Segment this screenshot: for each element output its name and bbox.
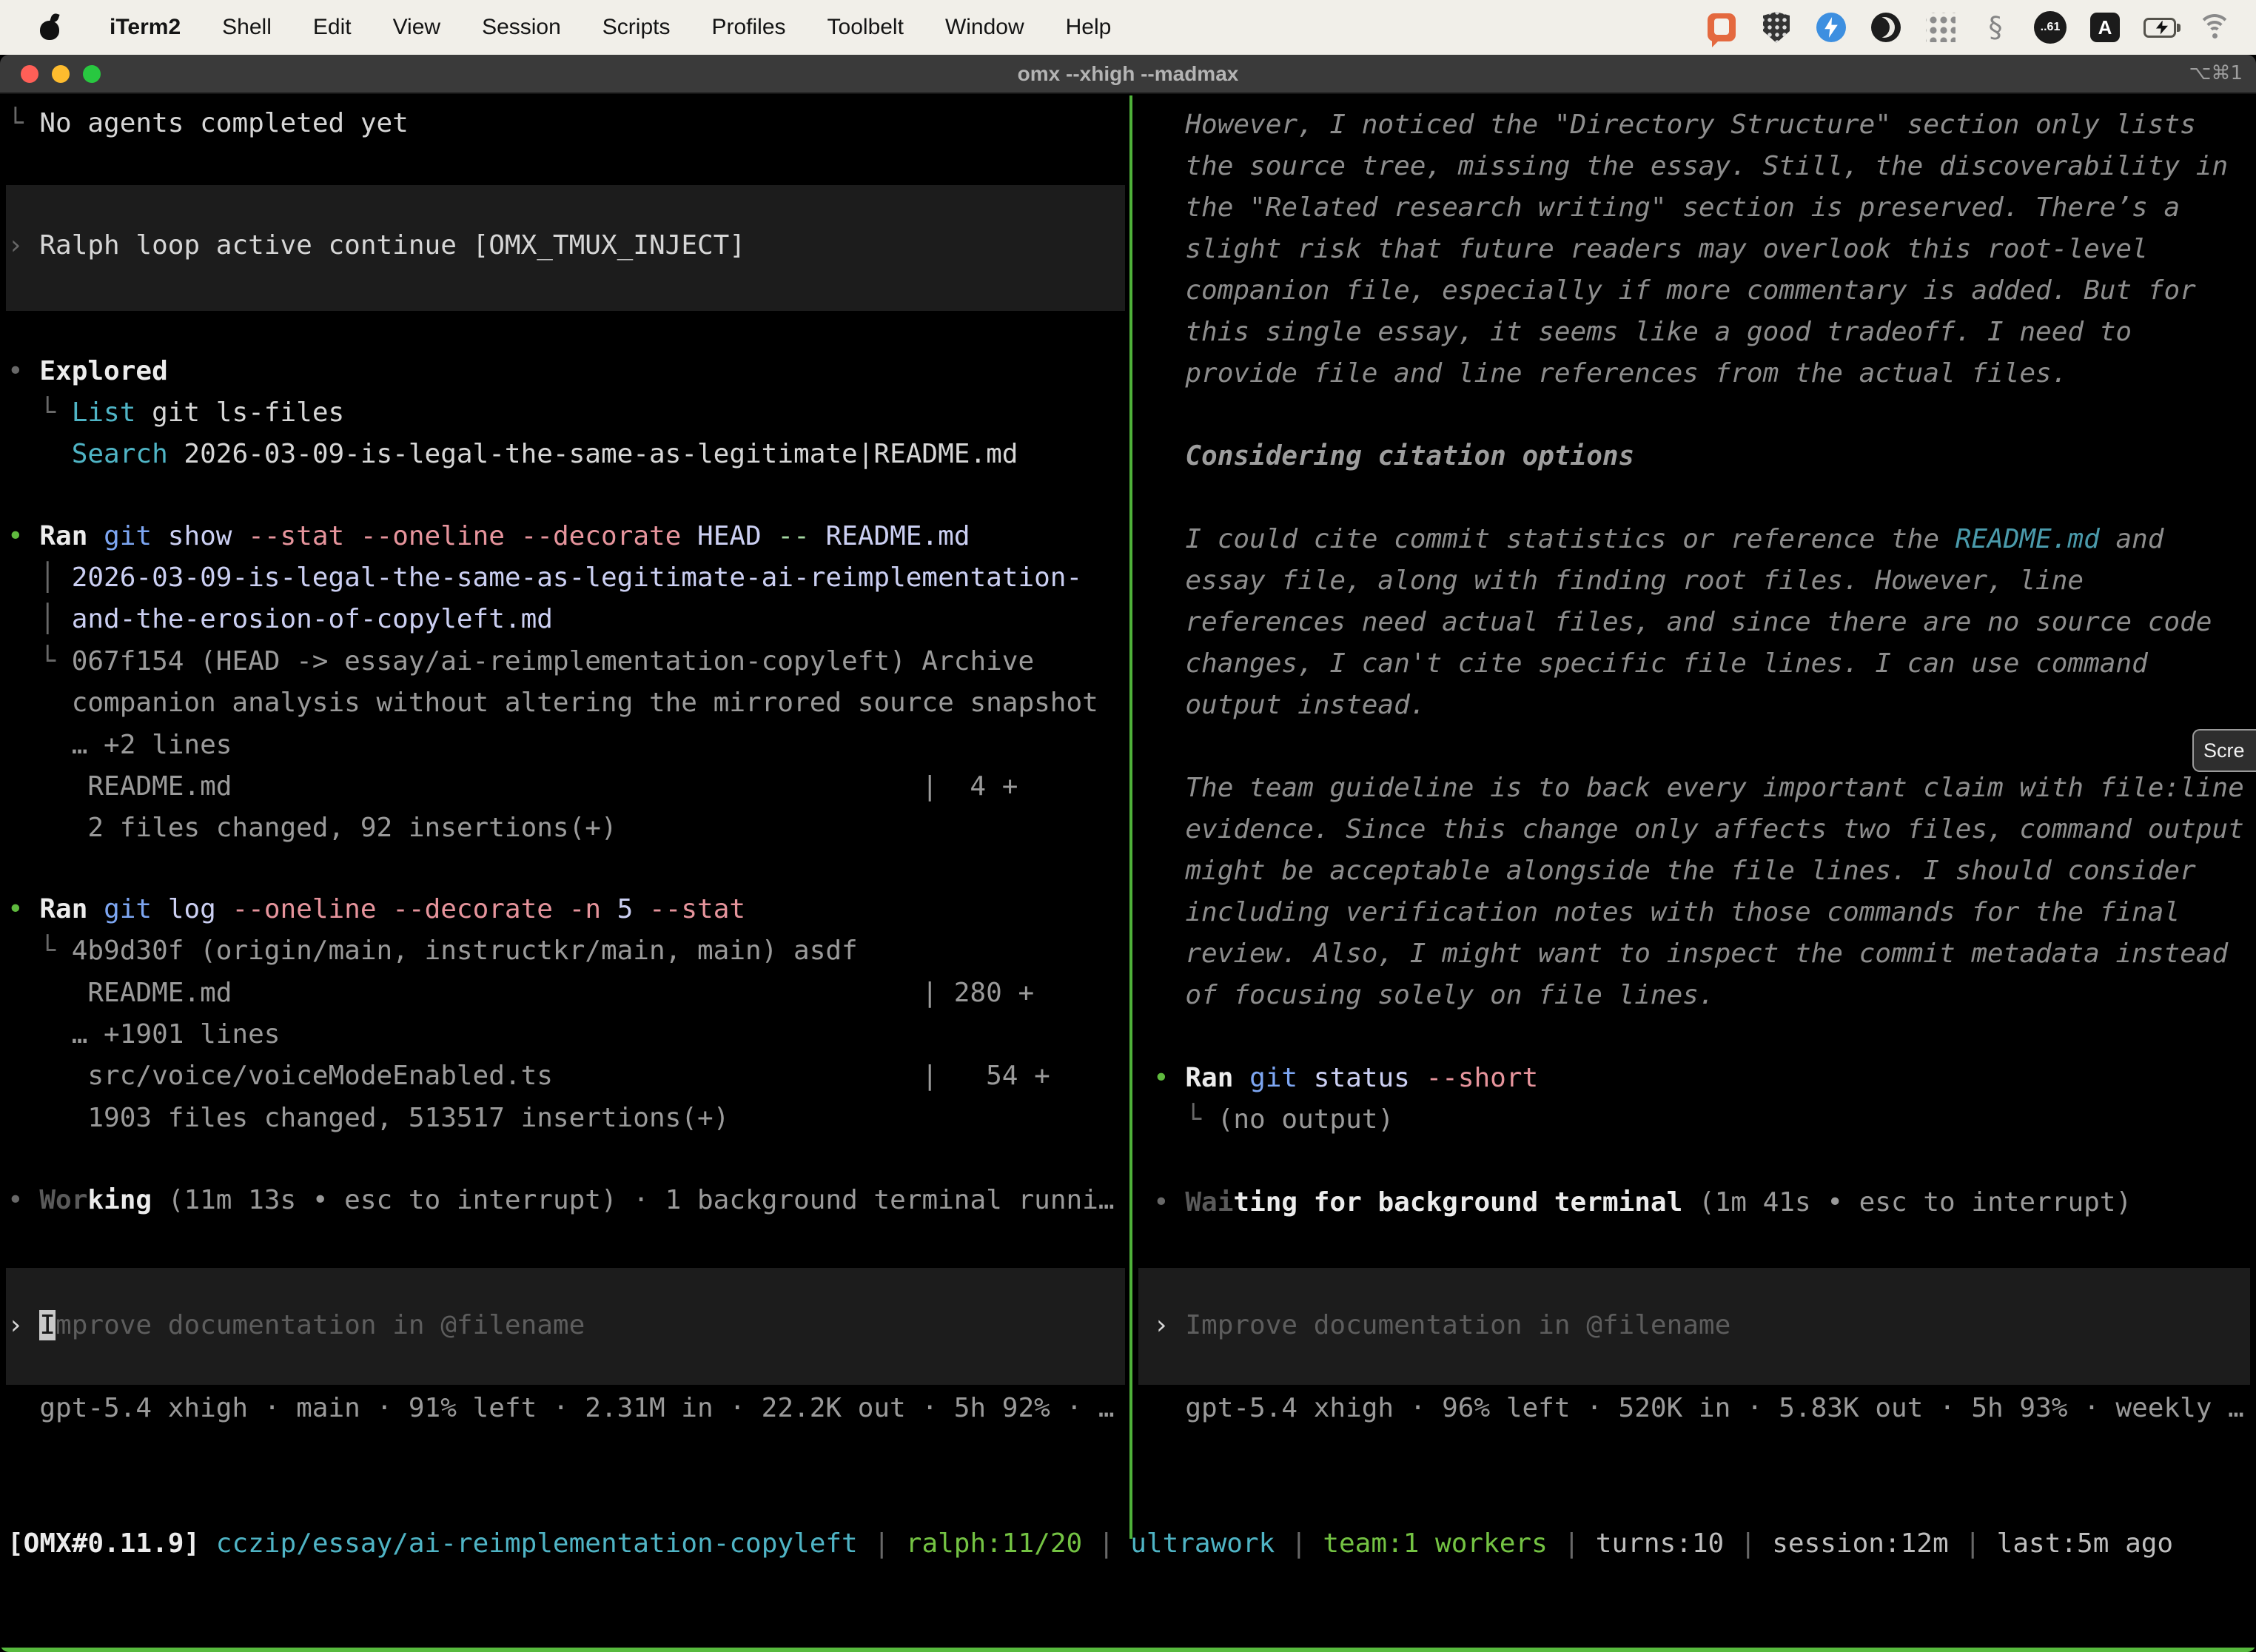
terminal-line: review. Also, I might want to inspect th… xyxy=(1153,933,2256,975)
omx-status-line: [OMX#0.11.9] cczip/essay/ai-reimplementa… xyxy=(7,1523,2173,1565)
terminal-line: 1903 files changed, 513517 insertions(+) xyxy=(7,1098,1128,1139)
terminal-line: └ No agents completed yet xyxy=(7,103,1128,144)
right-pane[interactable]: However, I noticed the "Directory Struct… xyxy=(1146,95,2256,1524)
tmux-host-clock: "MacBook-Pro-44.local" 04:52 31-Mar-26 xyxy=(1640,1648,2256,1652)
terminal-line: The team guideline is to back every impo… xyxy=(1153,768,2256,809)
tmux-status-bar: [omx-cczip0:bash* "MacBook-Pro-44.local"… xyxy=(0,1648,2256,1652)
terminal-line: this single essay, it seems like a good … xyxy=(1153,312,2256,353)
terminal-line: might be acceptable alongside the file l… xyxy=(1153,850,2256,892)
terminal-line: └ 4b9d30f (origin/main, instructkr/main,… xyxy=(7,930,1128,972)
menu-bar: iTerm2ShellEditViewSessionScriptsProfile… xyxy=(0,0,2256,55)
terminal-line: provide file and line references from th… xyxy=(1153,353,2256,394)
menu-item-profiles[interactable]: Profiles xyxy=(691,15,806,40)
terminal-line: output instead. xyxy=(1153,685,2256,726)
terminal-line: └ (no output) xyxy=(1153,1099,2256,1141)
window-shortcut: ⌥⌘1 xyxy=(2189,55,2243,94)
terminal-line: › Improve documentation in @filename xyxy=(1153,1305,2256,1346)
menu-item-view[interactable]: View xyxy=(372,15,461,40)
shield-icon[interactable] xyxy=(1760,11,1793,44)
terminal-line: including verification notes with those … xyxy=(1153,892,2256,933)
terminal-line: Search 2026-03-09-is-legal-the-same-as-l… xyxy=(7,434,1128,475)
menu-item-scripts[interactable]: Scripts xyxy=(582,15,691,40)
terminal-line: › Ralph loop active continue [OMX_TMUX_I… xyxy=(7,225,1128,266)
terminal-line: essay file, along with finding root file… xyxy=(1153,560,2256,602)
terminal-line: references need actual files, and since … xyxy=(1153,602,2256,643)
terminal-line: companion analysis without altering the … xyxy=(7,682,1128,724)
terminal-line: └ List git ls-files xyxy=(7,392,1128,434)
terminal-line: of focusing solely on file lines. xyxy=(1153,975,2256,1016)
terminal-line: changes, I can't cite specific file line… xyxy=(1153,643,2256,685)
battery-charging-icon[interactable] xyxy=(2143,11,2176,44)
terminal-line: I could cite commit statistics or refere… xyxy=(1153,519,2256,560)
iterm-window: omx --xhigh --madmax ⌥⌘1 └ No agents com… xyxy=(0,55,2256,1652)
screen-share-pill[interactable]: Scre xyxy=(2192,729,2256,772)
terminal-line: … +2 lines xyxy=(7,725,1128,766)
menu-status-icons: § ..61 A xyxy=(1705,11,2231,44)
terminal-line: slight risk that future readers may over… xyxy=(1153,229,2256,270)
terminal-line: • Waiting for background terminal (1m 41… xyxy=(1153,1182,2256,1223)
terminal-line: │ 2026-03-09-is-legal-the-same-as-legiti… xyxy=(7,557,1128,599)
wifi-icon[interactable] xyxy=(2198,11,2231,44)
terminal-line: • Ran git log --oneline --decorate -n 5 … xyxy=(7,889,1128,930)
terminal-line: src/voice/voiceModeEnabled.ts | 54 + xyxy=(7,1055,1128,1097)
dots-grid-icon[interactable] xyxy=(1924,11,1957,44)
menu-item-iterm2[interactable]: iTerm2 xyxy=(89,15,201,40)
menu-item-shell[interactable]: Shell xyxy=(201,15,292,40)
terminal-line: gpt-5.4 xhigh · main · 91% left · 2.31M … xyxy=(7,1388,1128,1429)
terminal-line: • Explored xyxy=(7,351,1128,392)
terminal-line: companion file, especially if more comme… xyxy=(1153,270,2256,312)
apple-logo-icon[interactable] xyxy=(38,15,61,40)
terminal-line: However, I noticed the "Directory Struct… xyxy=(1153,104,2256,146)
terminal-line: • Ran git show --stat --oneline --decora… xyxy=(7,516,1128,557)
left-pane[interactable]: └ No agents completed yet › Ralph loop ac… xyxy=(0,95,1128,1524)
input-source-icon[interactable]: A xyxy=(2089,11,2121,44)
terminal-line: Considering citation options xyxy=(1153,436,2256,477)
menu-item-toolbelt[interactable]: Toolbelt xyxy=(807,15,924,40)
terminal-area: └ No agents completed yet › Ralph loop ac… xyxy=(0,95,2256,1652)
tmux-session-label: [omx-cczip0:bash* xyxy=(0,1648,280,1652)
terminal-line: └ 067f154 (HEAD -> essay/ai-reimplementa… xyxy=(7,641,1128,682)
menu-item-help[interactable]: Help xyxy=(1045,15,1132,40)
terminal-line: README.md | 280 + xyxy=(7,973,1128,1014)
window-title-bar[interactable]: omx --xhigh --madmax ⌥⌘1 xyxy=(0,55,2256,94)
hook-icon[interactable]: § xyxy=(1979,11,2012,44)
terminal-line: the "Related research writing" section i… xyxy=(1153,187,2256,229)
terminal-line: 2 files changed, 92 insertions(+) xyxy=(7,807,1128,849)
screen-recording-icon[interactable] xyxy=(1705,11,1738,44)
moon-icon[interactable] xyxy=(1870,11,1902,44)
terminal-line: │ and-the-erosion-of-copyleft.md xyxy=(7,599,1128,640)
pane-divider[interactable] xyxy=(1129,95,1132,1539)
terminal-line: › Improve documentation in @filename xyxy=(7,1305,1128,1346)
terminal-line: … +1901 lines xyxy=(7,1014,1128,1055)
menu-items: iTerm2ShellEditViewSessionScriptsProfile… xyxy=(89,15,1132,40)
terminal-line: evidence. Since this change only affects… xyxy=(1153,809,2256,850)
menu-item-edit[interactable]: Edit xyxy=(292,15,372,40)
terminal-line: the source tree, missing the essay. Stil… xyxy=(1153,146,2256,187)
menu-item-window[interactable]: Window xyxy=(924,15,1045,40)
menu-item-session[interactable]: Session xyxy=(461,15,582,40)
terminal-line: • Working (11m 13s • esc to interrupt) ·… xyxy=(7,1180,1128,1221)
terminal-line: • Ran git status --short xyxy=(1153,1058,2256,1099)
zap-badge-icon[interactable] xyxy=(1815,11,1847,44)
window-title: omx --xhigh --madmax xyxy=(0,55,2256,94)
terminal-line: README.md | 4 + xyxy=(7,766,1128,807)
battery-badge-icon[interactable]: ..61 xyxy=(2034,11,2067,44)
terminal-line: gpt-5.4 xhigh · 96% left · 520K in · 5.8… xyxy=(1153,1388,2256,1429)
